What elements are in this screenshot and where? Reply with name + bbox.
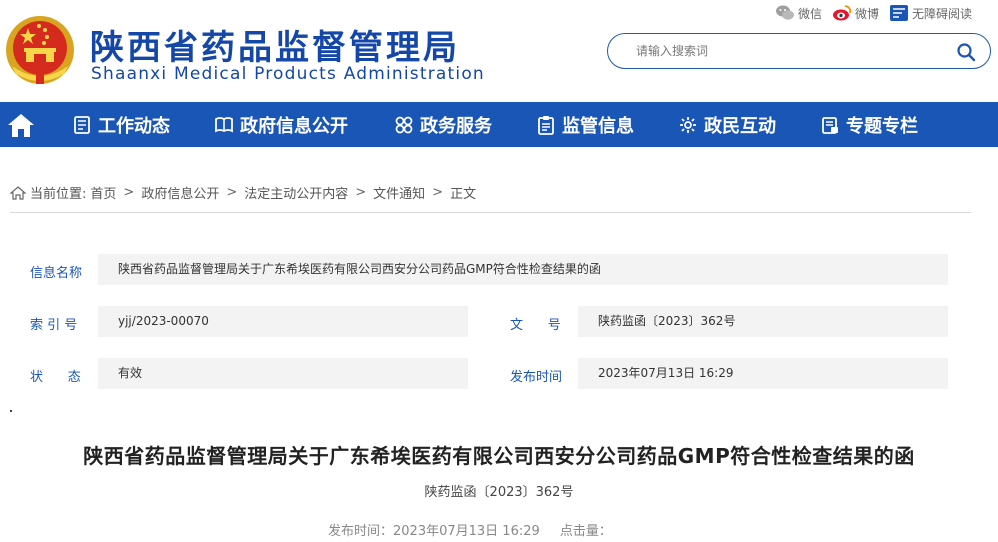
main-nav: 工作动态 政府信息公开 政务服务 监管信息 政民互动 专题专栏 bbox=[0, 102, 998, 147]
info-index-label: 索 引 号 bbox=[30, 318, 78, 333]
info-index-value: yjj/2023-00070 bbox=[98, 306, 468, 337]
nav-item-label: 工作动态 bbox=[98, 115, 170, 137]
breadcrumb-gov-info[interactable]: 政府信息公开 bbox=[141, 183, 219, 202]
breadcrumb-notices[interactable]: 文件通知 bbox=[373, 183, 425, 202]
info-docno-value: 陕药监函〔2023〕362号 bbox=[578, 306, 948, 337]
home-outline-icon bbox=[10, 185, 26, 200]
clipboard-icon bbox=[538, 115, 554, 135]
top-links: 微信 微博 无障碍阅读 bbox=[775, 4, 972, 22]
breadcrumb: 当前位置: 首页 > 政府信息公开 > 法定主动公开内容 > 文件通知 > 正文 bbox=[10, 183, 476, 202]
nav-item-label: 政府信息公开 bbox=[240, 115, 348, 137]
breadcrumb-home[interactable]: 首页 bbox=[90, 183, 116, 202]
breadcrumb-separator: > bbox=[355, 185, 367, 200]
nav-item-special-topics[interactable]: 专题专栏 bbox=[820, 102, 918, 147]
article-title: 陕西省药品监督管理局关于广东希埃医药有限公司西安分公司药品GMP符合性检查结果的… bbox=[83, 444, 915, 468]
info-status-value: 有效 bbox=[98, 358, 468, 389]
info-name-value: 陕西省药品监督管理局关于广东希埃医药有限公司西安分公司药品GMP符合性检查结果的… bbox=[98, 254, 948, 285]
site-header: 陕西省药品监督管理局 Shaanxi Medical Products Admi… bbox=[0, 0, 998, 102]
site-title[interactable]: 陕西省药品监督管理局 bbox=[90, 20, 460, 69]
accessibility-icon bbox=[889, 5, 908, 21]
stray-dot bbox=[10, 410, 12, 412]
breadcrumb-prefix: 当前位置: bbox=[30, 187, 87, 202]
nav-item-gov-services[interactable]: 政务服务 bbox=[394, 102, 492, 147]
nav-item-supervision[interactable]: 监管信息 bbox=[536, 102, 634, 147]
article-views-label: 点击量： bbox=[559, 524, 612, 539]
nav-home[interactable] bbox=[0, 102, 42, 147]
weibo-label: 微博 bbox=[854, 6, 879, 21]
nav-item-gov-info[interactable]: 政府信息公开 bbox=[214, 102, 348, 147]
info-name-label: 信息名称 bbox=[30, 266, 83, 281]
weibo-link[interactable]: 微博 bbox=[832, 4, 879, 22]
breadcrumb-statutory[interactable]: 法定主动公开内容 bbox=[244, 183, 348, 202]
search-input[interactable] bbox=[636, 42, 936, 60]
article-publish-time: 发布时间：2023年07月13日 16:29 bbox=[328, 524, 540, 539]
site-subtitle-en: Shaanxi Medical Products Administration bbox=[91, 64, 485, 84]
nav-item-work-news[interactable]: 工作动态 bbox=[72, 102, 170, 147]
wechat-label: 微信 bbox=[797, 6, 822, 21]
book-icon bbox=[215, 116, 233, 132]
info-docno-label: 文 号 bbox=[510, 318, 561, 333]
weibo-icon bbox=[832, 5, 852, 21]
breadcrumb-separator: > bbox=[432, 185, 444, 200]
breadcrumb-separator: > bbox=[123, 185, 135, 200]
info-status-label: 状 态 bbox=[30, 370, 81, 385]
info-date-label: 发布时间 bbox=[510, 370, 563, 385]
folder-icon bbox=[822, 116, 838, 134]
article-meta: 发布时间：2023年07月13日 16:29 点击量： bbox=[328, 520, 628, 539]
chat-icon bbox=[680, 116, 696, 133]
breadcrumb-current: 正文 bbox=[450, 187, 477, 202]
accessibility-link[interactable]: 无障碍阅读 bbox=[889, 4, 972, 22]
wechat-link[interactable]: 微信 bbox=[775, 4, 822, 22]
nav-item-label: 政务服务 bbox=[420, 115, 492, 137]
nav-item-interaction[interactable]: 政民互动 bbox=[678, 102, 776, 147]
home-icon bbox=[8, 113, 34, 137]
grid-icon bbox=[395, 116, 413, 133]
accessibility-label: 无障碍阅读 bbox=[911, 6, 972, 21]
breadcrumb-separator: > bbox=[226, 185, 238, 200]
nav-item-label: 专题专栏 bbox=[846, 115, 918, 137]
national-emblem-icon[interactable] bbox=[4, 14, 76, 86]
breadcrumb-divider bbox=[10, 212, 971, 213]
article-doc-number: 陕药监函〔2023〕362号 bbox=[424, 485, 574, 500]
list-icon bbox=[74, 115, 90, 134]
info-date-value: 2023年07月13日 16:29 bbox=[578, 358, 948, 389]
search-box bbox=[607, 33, 991, 69]
search-icon[interactable] bbox=[956, 42, 976, 62]
nav-item-label: 政民互动 bbox=[704, 115, 776, 137]
nav-item-label: 监管信息 bbox=[562, 115, 634, 137]
wechat-icon bbox=[775, 5, 794, 20]
